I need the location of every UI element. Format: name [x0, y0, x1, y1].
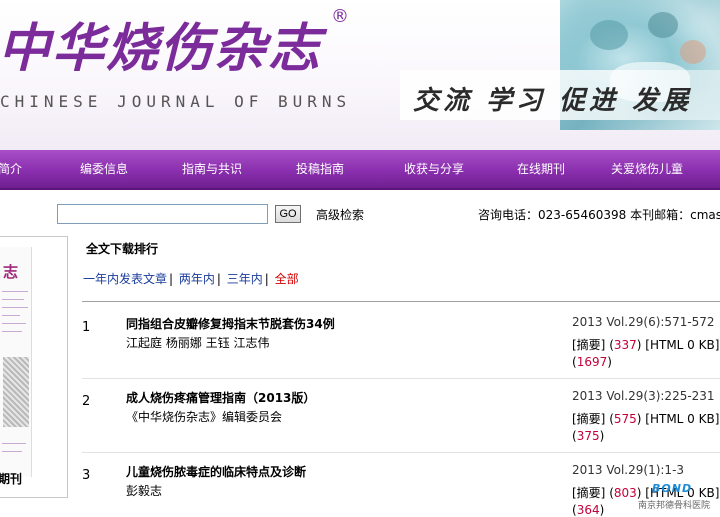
article-citation: 2013 Vol.29(3):225-231: [572, 389, 715, 403]
article-links: [摘要] (337) [HTML 0 KB]: [572, 338, 720, 352]
html-link[interactable]: [HTML 0 KB]: [645, 412, 719, 426]
nav-item-guidelines[interactable]: 指南与共识: [182, 150, 242, 188]
watermark: BOND 南京邦德骨科医院: [636, 480, 720, 515]
download-count: (375): [572, 429, 605, 443]
article-links: [摘要] (575) [HTML 0 KB]: [572, 412, 720, 426]
article-title[interactable]: 儿童烧伤脓毒症的临床特点及诊断: [126, 463, 306, 480]
time-filters: 一年内发表文章 | 两年内 | 三年内 | 全部: [83, 272, 299, 286]
watermark-logo: BOND: [652, 482, 693, 495]
cover-caption[interactable]: 期刊: [0, 470, 22, 487]
filter-three-years[interactable]: 三年内: [227, 272, 263, 286]
article-authors: 《中华烧伤杂志》编辑委员会: [126, 410, 283, 424]
advanced-search-link[interactable]: 高级检索: [316, 206, 364, 223]
download-count-value: 375: [576, 429, 600, 443]
banner-slogan: 交流 学习 促进 发展: [413, 86, 693, 116]
main-nav: 简介 编委信息 指南与共识 投稿指南 收获与分享 在线期刊 关爱烧伤儿童: [0, 150, 720, 190]
article-title[interactable]: 同指组合皮瓣修复拇指末节脱套伤34例: [126, 315, 335, 332]
cover-title: 志: [3, 263, 19, 281]
article-authors: 彭毅志: [126, 484, 163, 498]
cover-illustration: [3, 357, 29, 427]
search-input[interactable]: [57, 204, 268, 224]
divider: [82, 301, 720, 302]
article-rank: 3: [82, 468, 91, 483]
abstract-link[interactable]: [摘要]: [572, 486, 605, 500]
abstract-count: 337: [613, 338, 637, 352]
download-count: (1697): [572, 355, 612, 369]
abstract-link[interactable]: [摘要]: [572, 338, 605, 352]
nav-item-intro[interactable]: 简介: [0, 150, 22, 188]
abstract-count: 803: [613, 486, 637, 500]
contact-info: 咨询电话：023-65460398 本刊邮箱：cmash: [478, 208, 720, 222]
search-bar: GO 高级检索 咨询电话：023-65460398 本刊邮箱：cmash: [0, 192, 720, 226]
nav-item-burn-children[interactable]: 关爱烧伤儿童: [611, 150, 683, 188]
section-title: 全文下载排行: [86, 242, 159, 256]
registered-mark: ®: [331, 6, 349, 27]
header-banner: 中华烧伤杂志 ® CHINESE JOURNAL OF BURNS 交流 学习 …: [0, 0, 720, 150]
filter-two-years[interactable]: 两年内: [179, 272, 215, 286]
filter-all[interactable]: 全部: [275, 272, 299, 286]
journal-title-cn: 中华烧伤杂志: [0, 18, 323, 79]
nav-item-editorial-board[interactable]: 编委信息: [80, 150, 128, 188]
article-title[interactable]: 成人烧伤疼痛管理指南（2013版）: [126, 389, 315, 406]
article-rank: 2: [82, 394, 91, 409]
filter-one-year[interactable]: 一年内发表文章: [83, 272, 167, 286]
download-count-value: 1697: [576, 355, 608, 369]
article-citation: 2013 Vol.29(6):571-572: [572, 315, 715, 329]
go-button[interactable]: GO: [275, 205, 301, 223]
abstract-link[interactable]: [摘要]: [572, 412, 605, 426]
article-citation: 2013 Vol.29(1):1-3: [572, 463, 685, 477]
abstract-count: 575: [613, 412, 637, 426]
cover-image: 志: [0, 247, 32, 477]
journal-cover[interactable]: 志: [0, 236, 68, 498]
nav-item-submission[interactable]: 投稿指南: [296, 150, 344, 188]
nav-item-online-journal[interactable]: 在线期刊: [517, 150, 565, 188]
article-rank: 1: [82, 320, 91, 335]
nav-item-share[interactable]: 收获与分享: [404, 150, 464, 188]
journal-title-en: CHINESE JOURNAL OF BURNS: [0, 92, 352, 111]
article-authors: 江起庭 杨丽娜 王钰 江志伟: [126, 336, 270, 350]
html-link[interactable]: [HTML 0 KB]: [645, 338, 719, 352]
watermark-text: 南京邦德骨科医院: [638, 501, 711, 511]
